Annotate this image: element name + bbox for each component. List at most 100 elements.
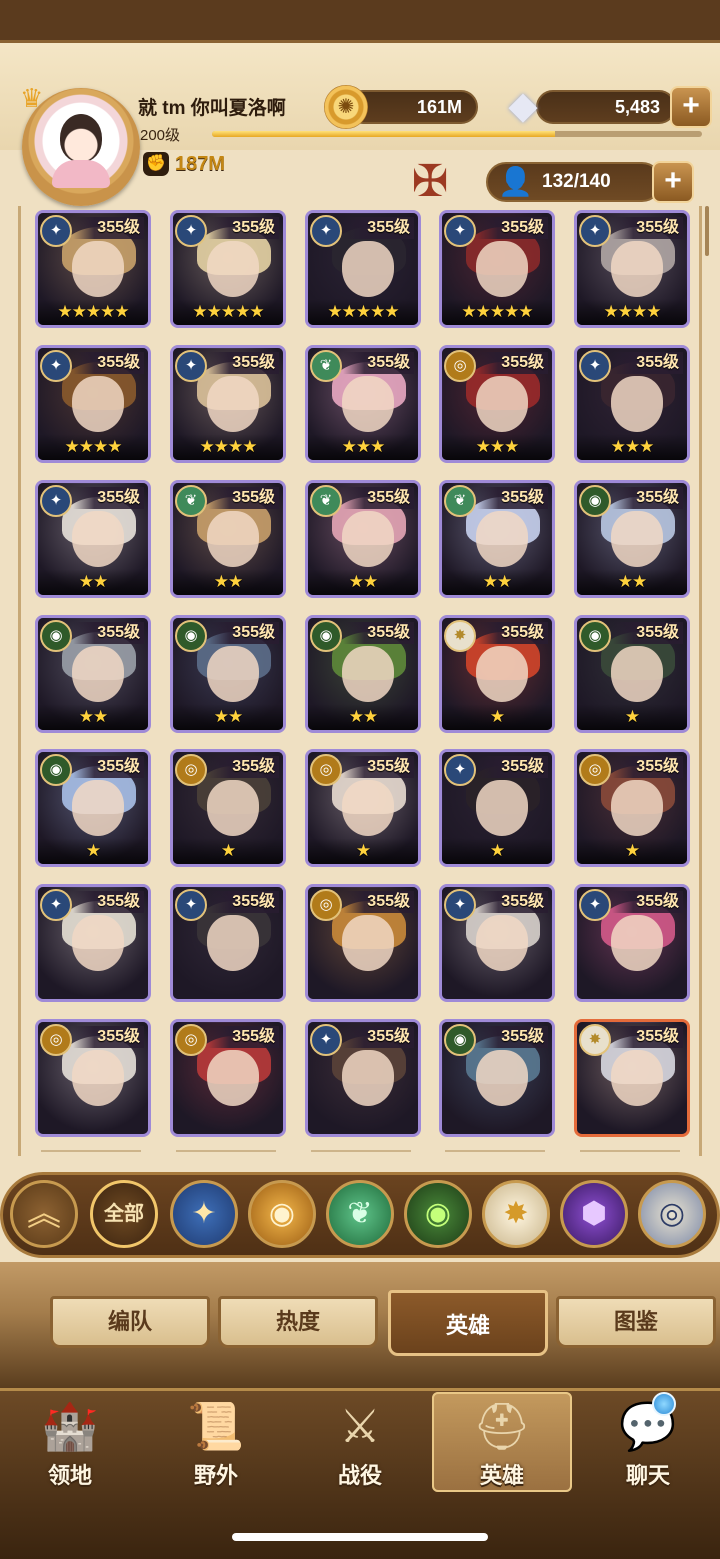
wilder-faction-icon[interactable]: ❦ — [326, 1180, 394, 1248]
hero-card[interactable]: ◎ 355级 ★ — [574, 749, 690, 867]
hypogean-faction-icon[interactable]: ⬢ — [560, 1180, 628, 1248]
hero-card[interactable]: ◉ 355级 — [439, 1019, 555, 1137]
hero-card[interactable]: ◎ 355级 ★★★ — [439, 345, 555, 463]
hero-card[interactable]: ◉ 355级 ★★ — [170, 615, 286, 733]
wilder-faction-icon: ❦ — [310, 485, 342, 517]
hero-card[interactable]: ✦ 355级 — [170, 884, 286, 1002]
hero-card[interactable]: ❦ 355级 ★★ — [170, 480, 286, 598]
home-indicator[interactable] — [232, 1533, 488, 1541]
hero-card[interactable]: ✦ 355级 ★★★★★ — [35, 210, 151, 328]
hero-card[interactable]: ◉ 355级 ★★ — [305, 615, 421, 733]
hero-card[interactable]: ◎ 355级 — [35, 1019, 151, 1137]
hero-card[interactable]: ◎ 355级 — [170, 1019, 286, 1137]
hero-card[interactable]: ◉ 355级 ★ — [35, 749, 151, 867]
graveborn-faction-icon: ◉ — [310, 620, 342, 652]
hero-stars: ★★ — [38, 704, 148, 730]
hero-card[interactable]: ✦ 355级 — [574, 884, 690, 1002]
tab-heroes[interactable]: 英雄 — [388, 1290, 548, 1356]
hero-face — [476, 376, 528, 432]
hero-card[interactable]: ✦ 355级 — [305, 1019, 421, 1137]
add-hero-slots-button[interactable]: + — [652, 161, 694, 203]
nav-chat[interactable]: 💬 聊天 — [578, 1392, 718, 1492]
celestial-faction-icon: ✸ — [579, 1024, 611, 1056]
dimensional-faction-icon: ✦ — [310, 1024, 342, 1056]
hero-card[interactable]: ✦ 355级 ★★★★ — [574, 210, 690, 328]
mauler-faction-icon: ◎ — [175, 754, 207, 786]
hero-card[interactable]: ✸ 355级 ★ — [439, 615, 555, 733]
hero-card[interactable]: ◎ 355级 ★ — [170, 749, 286, 867]
hero-stars: ★ — [442, 704, 552, 730]
hero-card[interactable]: ✦ 355级 ★★★★ — [170, 345, 286, 463]
guild-emblem-icon[interactable]: ✠ — [392, 150, 468, 214]
celestial-faction-icon: ✸ — [444, 620, 476, 652]
hero-card[interactable]: ✦ 355级 ★★★★ — [35, 345, 151, 463]
tab-formation[interactable]: 编队 — [50, 1296, 210, 1348]
hero-level: 355级 — [477, 622, 548, 644]
nav-campaign[interactable]: ⚔ 战役 — [290, 1392, 430, 1492]
hero-card[interactable]: ✦ 355级 ★★★ — [574, 345, 690, 463]
hero-card[interactable]: ◉ 355级 ★★ — [574, 480, 690, 598]
gem-counter[interactable]: 5,483 — [536, 90, 676, 124]
hero-level: 355级 — [343, 1026, 414, 1048]
hero-card[interactable]: ✸ 355级 — [574, 1019, 690, 1137]
filter-all-button[interactable]: 全部 — [90, 1180, 158, 1248]
hero-stars: ★ — [577, 704, 687, 730]
diamond-icon: ◆ — [508, 85, 538, 127]
hero-card[interactable]: ❦ 355级 ★★★ — [305, 345, 421, 463]
hero-stars: ★★ — [38, 569, 148, 595]
hero-face — [476, 646, 528, 702]
graveborn-faction-icon: ◉ — [579, 620, 611, 652]
hero-face — [207, 376, 259, 432]
hero-card[interactable]: ✦ 355级 ★ — [439, 749, 555, 867]
tab-codex[interactable]: 图鉴 — [556, 1296, 716, 1348]
hero-stars: ★★★★★ — [442, 299, 552, 325]
hero-face — [72, 1050, 124, 1106]
avatar-body — [52, 160, 110, 188]
hero-card[interactable]: ◎ 355级 ★ — [305, 749, 421, 867]
hero-card[interactable]: ◉ 355级 ★ — [574, 615, 690, 733]
hero-card[interactable]: ✦ 355级 ★★ — [35, 480, 151, 598]
add-gems-button[interactable]: + — [670, 86, 712, 128]
hero-card[interactable]: ❦ 355级 ★★ — [305, 480, 421, 598]
graveborn-faction-icon: ◉ — [40, 754, 72, 786]
nav-outside[interactable]: 📜 野外 — [146, 1392, 286, 1492]
lightbearer-faction-icon[interactable]: ✦ — [170, 1180, 238, 1248]
hero-card[interactable]: ◎ 355级 — [305, 884, 421, 1002]
hero-level: 355级 — [612, 352, 683, 374]
hero-card[interactable]: ✦ 355级 — [35, 884, 151, 1002]
mauler-faction-icon[interactable]: ◉ — [248, 1180, 316, 1248]
hero-card[interactable]: ✦ 355级 ★★★★★ — [170, 210, 286, 328]
hero-stars: ★★★ — [442, 434, 552, 460]
hero-card[interactable]: ✦ 355级 ★★★★★ — [439, 210, 555, 328]
hero-card[interactable]: ✦ 355级 — [439, 884, 555, 1002]
row-divider — [445, 1150, 545, 1152]
hero-face — [611, 241, 663, 297]
castle-icon: 🏰 — [41, 1400, 99, 1452]
hero-stars: ★★★★★ — [308, 299, 418, 325]
tab-popularity[interactable]: 热度 — [218, 1296, 378, 1348]
hero-card[interactable]: ◉ 355级 ★★ — [35, 615, 151, 733]
scrollbar[interactable] — [705, 206, 709, 256]
chat-notification-dot — [652, 1392, 676, 1416]
graveborn-faction-icon: ◉ — [175, 620, 207, 652]
hero-count-value: 132/140 — [542, 171, 611, 192]
hero-level: 355级 — [208, 756, 279, 778]
hero-face — [611, 511, 663, 567]
lightbearer-faction-icon: ✦ — [579, 889, 611, 921]
person-icon: 👤 — [498, 166, 533, 197]
nav-territory[interactable]: 🏰 领地 — [0, 1392, 140, 1492]
hero-face — [342, 646, 394, 702]
nav-heroes[interactable]: ⛑ 英雄 — [432, 1392, 572, 1492]
hero-grid[interactable]: ✦ 355级 ★★★★★ ✦ 355级 ★★★★★ ✦ 355级 ★★★★★ ✦ 355级 ★★★★★… — [18, 206, 702, 1156]
hero-face — [611, 915, 663, 971]
celestial-faction-icon[interactable]: ✸ — [482, 1180, 550, 1248]
dimensional-faction-icon[interactable]: ◎ — [638, 1180, 706, 1248]
combat-power: ✊ 187M — [143, 152, 225, 176]
collapse-chevron-icon[interactable]: ︽ — [10, 1180, 78, 1248]
hero-card[interactable]: ✦ 355级 ★★★★★ — [305, 210, 421, 328]
graveborn-faction-icon[interactable]: ◉ — [404, 1180, 472, 1248]
row-divider — [41, 1150, 141, 1152]
nav-label: 英雄 — [479, 1463, 524, 1488]
hero-card[interactable]: ❦ 355级 ★★ — [439, 480, 555, 598]
hero-level: 355级 — [343, 217, 414, 239]
